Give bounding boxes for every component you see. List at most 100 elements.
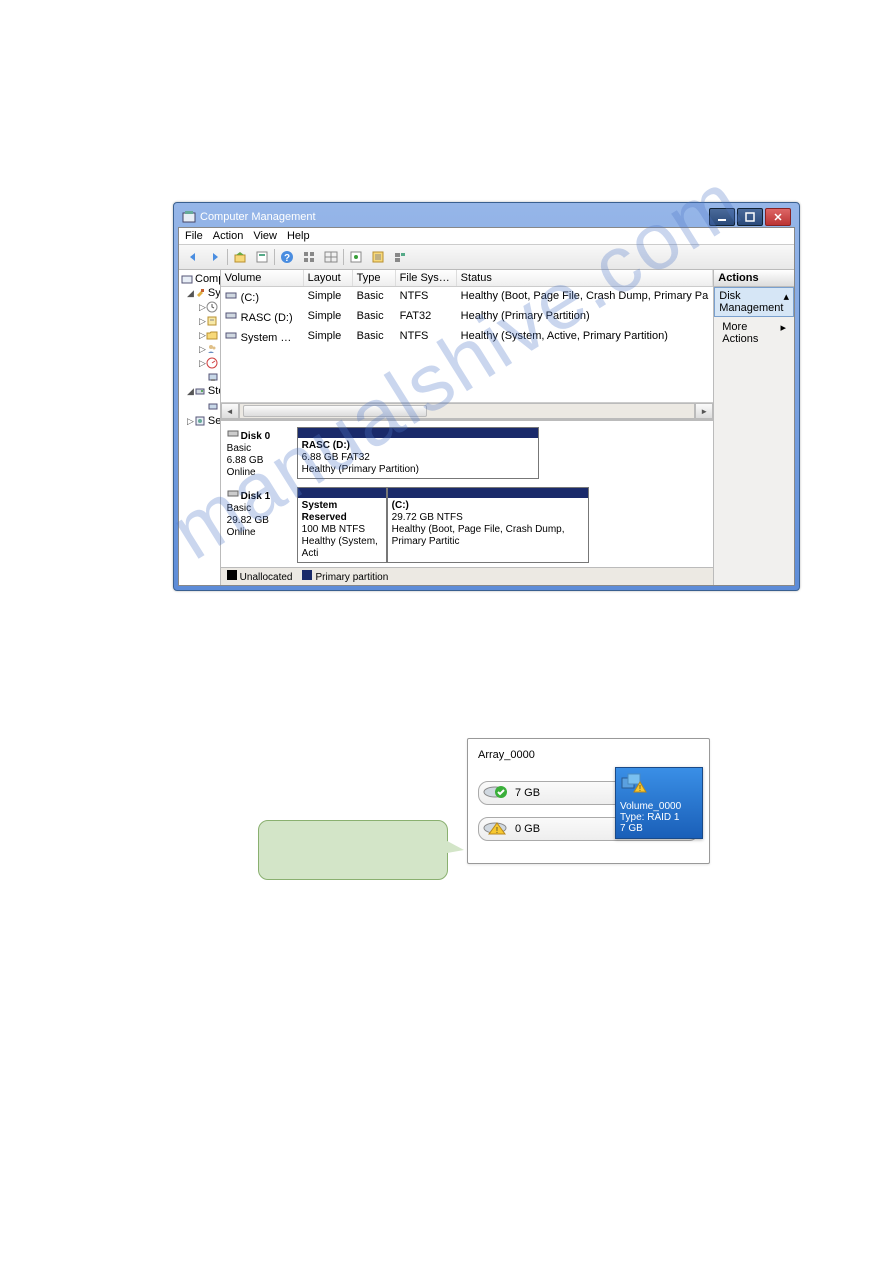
drive-icon [225, 329, 239, 341]
volume-grid[interactable]: Volume Layout Type File System Status (C… [221, 270, 714, 421]
collapse-icon[interactable]: ◢ [187, 286, 194, 300]
back-button[interactable] [183, 247, 203, 267]
actions-context[interactable]: Disk Management▴ [714, 287, 794, 317]
view-grid-button[interactable] [321, 247, 341, 267]
unallocated-swatch [227, 570, 237, 580]
col-layout[interactable]: Layout [304, 270, 353, 286]
clock-icon [206, 300, 218, 314]
partition[interactable]: System Reserved100 MB NTFSHealthy (Syste… [297, 487, 387, 563]
volume-row[interactable]: System ReservedSimpleBasicNTFSHealthy (S… [221, 327, 714, 347]
expand-icon[interactable]: ▷ [187, 414, 194, 428]
drive-ok-icon [483, 784, 515, 803]
perf-icon [206, 356, 218, 370]
expand-icon[interactable]: ▷ [199, 300, 206, 314]
expand-icon[interactable]: ▷ [199, 356, 206, 370]
scroll-right-icon[interactable]: ► [695, 403, 713, 419]
menu-file[interactable]: File [185, 230, 203, 242]
scroll-thumb[interactable] [243, 405, 427, 417]
actions-header: Actions [714, 270, 794, 287]
drive-warning-icon: ! [483, 820, 515, 839]
title-bar[interactable]: Computer Management [178, 207, 795, 227]
window-frame: Computer Management File Action View Hel… [173, 202, 800, 591]
vol-name: Volume_0000 [620, 801, 698, 812]
vol-type: Type: RAID 1 [620, 812, 698, 823]
svg-text:?: ? [284, 253, 290, 264]
disk-icon [227, 487, 239, 499]
mmc-icon [181, 272, 193, 286]
disk-info: Disk 0Basic6.88 GBOnline [227, 427, 297, 479]
app-icon [182, 210, 196, 224]
props-button[interactable] [252, 247, 272, 267]
tools-icon [194, 286, 206, 300]
volume-warning-icon: ! [620, 772, 698, 797]
users-icon [206, 342, 218, 356]
vol-size: 7 GB [620, 823, 698, 834]
minimize-button[interactable] [709, 208, 735, 226]
up-button[interactable] [230, 247, 250, 267]
event-icon [206, 314, 218, 328]
svg-text:!: ! [639, 784, 641, 793]
list-button[interactable] [368, 247, 388, 267]
services-icon [194, 414, 206, 428]
menu-help[interactable]: Help [287, 230, 310, 242]
disk-icon [207, 399, 219, 413]
help-button[interactable]: ? [277, 247, 297, 267]
partition[interactable]: (C:)29.72 GB NTFSHealthy (Boot, Page Fil… [387, 487, 589, 563]
chevron-right-icon: ▸ [780, 321, 786, 345]
tree-systools[interactable]: System Tools [208, 286, 221, 300]
disk-icon [227, 427, 239, 439]
more-actions[interactable]: More Actions▸ [714, 317, 794, 349]
volume-headers: Volume Layout Type File System Status [221, 270, 714, 287]
close-button[interactable] [765, 208, 791, 226]
refresh-button[interactable] [346, 247, 366, 267]
menu-view[interactable]: View [253, 230, 277, 242]
col-fs[interactable]: File System [396, 270, 457, 286]
drive-size: 7 GB [515, 787, 540, 799]
disk-info: Disk 1Basic29.82 GBOnline [227, 487, 297, 563]
horizontal-scrollbar[interactable]: ◄ ► [221, 402, 714, 420]
legend-unallocated: Unallocated [240, 572, 293, 583]
volume-row[interactable]: (C:)SimpleBasicNTFSHealthy (Boot, Page F… [221, 287, 714, 307]
disk-row[interactable]: Disk 0Basic6.88 GBOnlineRASC (D:)6.88 GB… [227, 427, 708, 479]
scroll-track[interactable] [239, 403, 696, 419]
drive-size: 0 GB [515, 823, 540, 835]
col-status[interactable]: Status [457, 270, 714, 286]
scroll-left-icon[interactable]: ◄ [221, 403, 239, 419]
drive-icon [225, 309, 239, 321]
expand-icon[interactable]: ▷ [199, 328, 206, 342]
volume-card[interactable]: ! Volume_0000 Type: RAID 1 7 GB [615, 767, 703, 839]
forward-button[interactable] [205, 247, 225, 267]
detail-button[interactable] [390, 247, 410, 267]
disk-map[interactable]: Disk 0Basic6.88 GBOnlineRASC (D:)6.88 GB… [221, 421, 714, 567]
partition[interactable]: RASC (D:)6.88 GB FAT32Healthy (Primary P… [297, 427, 539, 479]
legend-primary: Primary partition [315, 572, 388, 583]
callout-bubble [258, 820, 448, 880]
tree-root[interactable]: Computer Management (Local) [195, 272, 221, 286]
disk-row[interactable]: Disk 1Basic29.82 GBOnlineSystem Reserved… [227, 487, 708, 563]
col-type[interactable]: Type [353, 270, 396, 286]
window-title: Computer Management [200, 211, 316, 223]
tree-storage[interactable]: Storage [208, 384, 221, 398]
array-name: Array_0000 [478, 749, 699, 761]
maximize-button[interactable] [737, 208, 763, 226]
folder-icon [206, 328, 218, 342]
callout-tail [436, 835, 464, 855]
view-tile-button[interactable] [299, 247, 319, 267]
actions-pane: Actions Disk Management▴ More Actions▸ [713, 270, 794, 585]
expand-icon[interactable]: ▷ [199, 314, 206, 328]
chevron-up-icon: ▴ [783, 290, 789, 314]
storage-icon [194, 384, 206, 398]
svg-text:!: ! [496, 826, 498, 835]
nav-tree[interactable]: Computer Management (Local) ◢ System Tool… [179, 270, 221, 585]
menu-action[interactable]: Action [213, 230, 244, 242]
toolbar: ? [179, 245, 794, 270]
col-volume[interactable]: Volume [221, 270, 304, 286]
drive-icon [225, 289, 239, 301]
tree-svc[interactable]: Services and Applications [208, 414, 221, 428]
volume-row[interactable]: RASC (D:)SimpleBasicFAT32Healthy (Primar… [221, 307, 714, 327]
primary-swatch [302, 570, 312, 580]
raid-panel: Array_0000 7 GB! 0 GB ! Volume_0000 Type:… [467, 738, 710, 864]
collapse-icon[interactable]: ◢ [187, 384, 194, 398]
expand-icon[interactable]: ▷ [199, 342, 206, 356]
legend: Unallocated Primary partition [221, 567, 714, 585]
